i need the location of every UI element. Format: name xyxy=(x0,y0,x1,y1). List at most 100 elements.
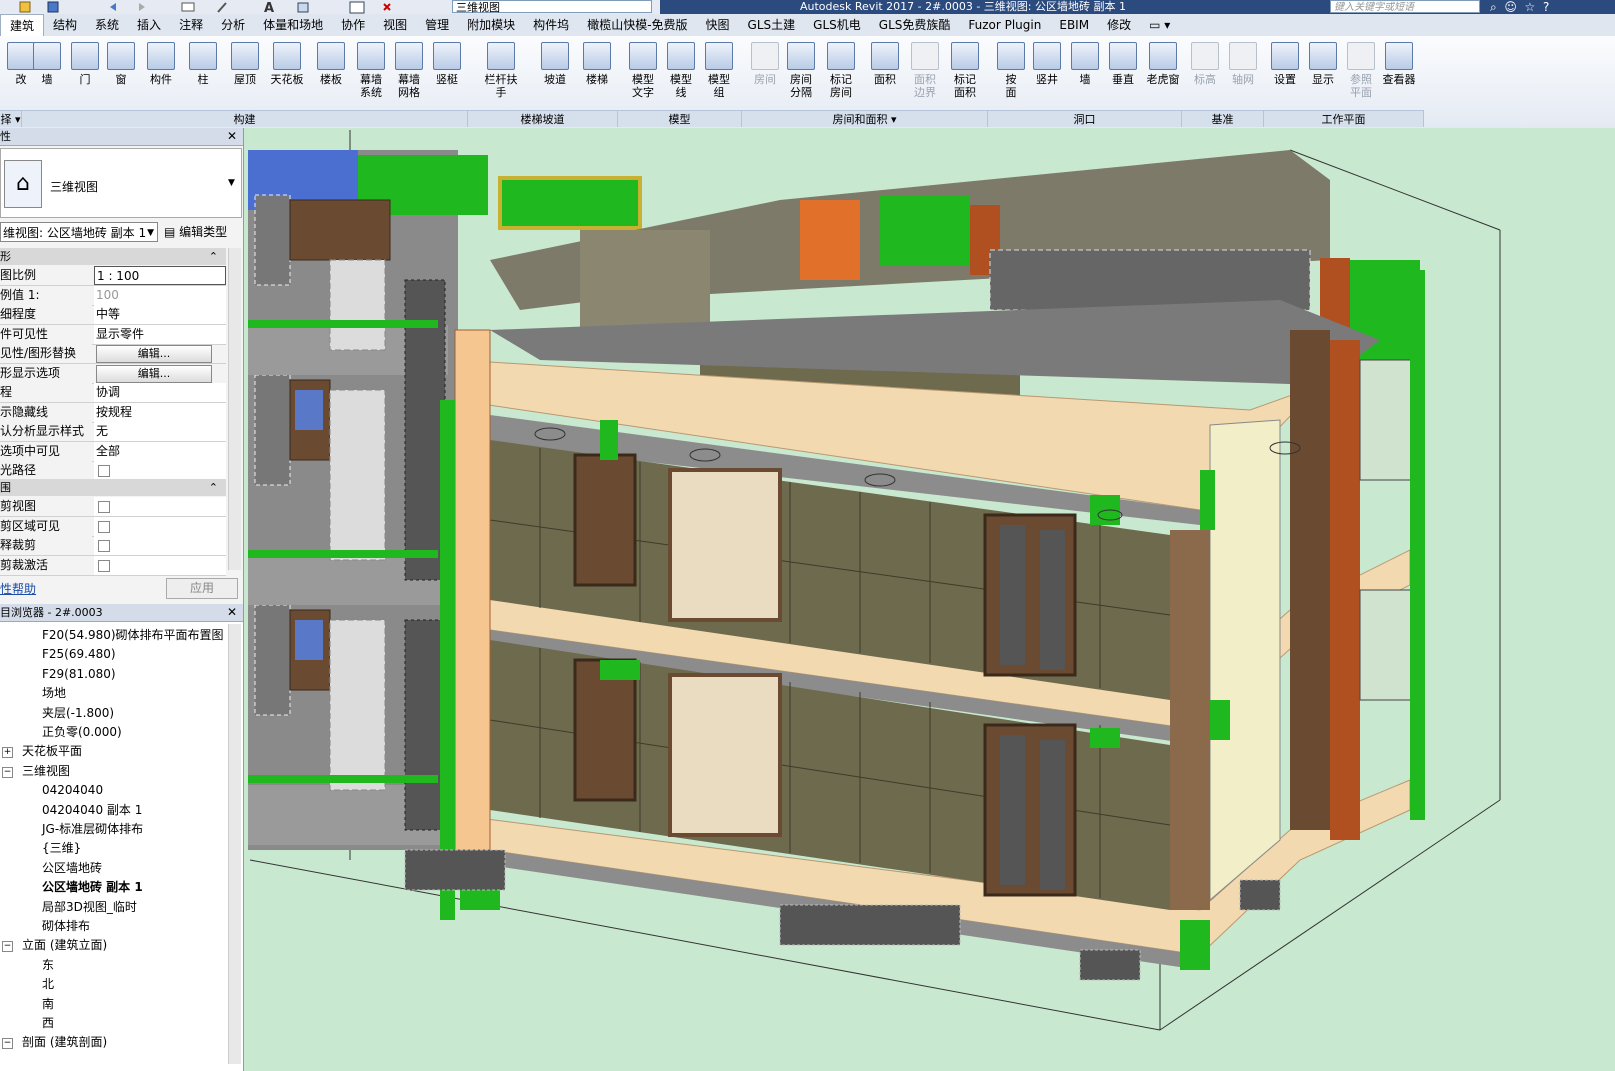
instance-selector[interactable]: 维视图: 公区墙地砖 副本 1 ▼ xyxy=(0,222,158,242)
ribbon-tool-15[interactable]: 模型 文字 xyxy=(622,40,664,110)
ribbon-tool-28[interactable]: 老虎窗 xyxy=(1142,40,1184,110)
browser-item[interactable]: 立面 (建筑立面) xyxy=(22,936,107,955)
star-icon[interactable]: ☆ xyxy=(1525,0,1536,14)
tab-17[interactable]: Fuzor Plugin xyxy=(959,14,1050,36)
browser-item[interactable]: 夹层(-1.800) xyxy=(42,704,114,723)
browser-item[interactable]: 04204040 xyxy=(42,781,103,800)
section-extents[interactable]: 围 ⌃ xyxy=(0,479,226,496)
browser-item[interactable]: 东 xyxy=(42,956,54,975)
tab-5[interactable]: 分析 xyxy=(212,14,254,36)
search-input[interactable]: 键入关键字或短语 xyxy=(1330,0,1480,13)
browser-item[interactable]: F20(54.980)砌体排布平面布置图 xyxy=(42,626,224,645)
ribbon-tool-20[interactable]: 标记 房间 xyxy=(820,40,862,110)
tab-12[interactable]: 橄榄山快模-免费版 xyxy=(578,14,696,36)
ribbon-tool-31[interactable]: 设置 xyxy=(1264,40,1306,110)
property-value[interactable]: 中等 xyxy=(94,305,226,324)
3d-view-canvas[interactable] xyxy=(244,128,1615,1071)
expand-toggle-icon[interactable]: − xyxy=(2,1038,13,1050)
tab-14[interactable]: GLS土建 xyxy=(739,14,805,36)
close-icon[interactable]: ✕ xyxy=(227,604,237,621)
properties-help-link[interactable]: 性帮助 xyxy=(0,580,36,597)
ribbon-tool-4[interactable]: 构件 xyxy=(140,40,182,110)
property-value[interactable]: 全部 xyxy=(94,441,226,461)
close-icon[interactable]: ✕ xyxy=(227,128,237,145)
browser-item[interactable]: 天花板平面 xyxy=(22,742,82,761)
expand-toggle-icon[interactable]: − xyxy=(2,941,13,953)
ribbon-tool-34[interactable]: 查看器 xyxy=(1378,40,1420,110)
property-value[interactable]: 1 : 100 xyxy=(94,266,226,285)
browser-item[interactable]: 场地 xyxy=(42,684,66,703)
browser-item[interactable]: JG-标准层砌体排布 xyxy=(42,820,143,839)
browser-item[interactable]: 南 xyxy=(42,995,54,1014)
ribbon-tool-23[interactable]: 标记 面积 xyxy=(944,40,986,110)
tab-3[interactable]: 插入 xyxy=(128,14,170,36)
tab-16[interactable]: GLS免费族酷 xyxy=(870,14,960,36)
ribbon-tool-25[interactable]: 竖井 xyxy=(1026,40,1068,110)
collapse-icon[interactable]: ⌃ xyxy=(209,248,218,265)
property-edit-button[interactable]: 编辑... xyxy=(96,345,212,363)
tab-19[interactable]: 修改 xyxy=(1098,14,1140,36)
user-icon[interactable]: ☺ xyxy=(1504,0,1517,14)
edit-type-button[interactable]: ▤ 编辑类型 xyxy=(164,222,227,242)
ribbon-tool-5[interactable]: 柱 xyxy=(182,40,224,110)
tab-11[interactable]: 构件坞 xyxy=(524,14,578,36)
property-checkbox[interactable] xyxy=(98,501,110,513)
browser-item[interactable]: 三维视图 xyxy=(22,762,70,781)
tab-18[interactable]: EBIM xyxy=(1050,14,1098,36)
ribbon-tool-3[interactable]: 窗 xyxy=(100,40,142,110)
ribbon-tool-26[interactable]: 墙 xyxy=(1064,40,1106,110)
ribbon-tool-9[interactable]: 幕墙 系统 xyxy=(350,40,392,110)
browser-item[interactable]: 公区墙地砖 副本 1 xyxy=(42,878,143,897)
view-selector[interactable]: 三维视图 xyxy=(452,0,652,14)
ribbon-tool-13[interactable]: 坡道 xyxy=(534,40,576,110)
ribbon-tool-8[interactable]: 楼板 xyxy=(310,40,352,110)
chevron-down-icon[interactable]: ▼ xyxy=(147,223,154,243)
property-checkbox[interactable] xyxy=(98,540,110,552)
browser-item[interactable]: 04204040 副本 1 xyxy=(42,801,142,820)
property-value[interactable]: 无 xyxy=(94,422,226,441)
browser-scrollbar[interactable] xyxy=(228,624,241,1064)
ribbon-tool-19[interactable]: 房间 分隔 xyxy=(780,40,822,110)
properties-scrollbar[interactable] xyxy=(228,248,241,570)
browser-item[interactable]: 砌体排布 xyxy=(42,917,90,936)
browser-item[interactable]: 北 xyxy=(42,975,54,994)
property-value[interactable]: 100 xyxy=(94,285,226,305)
ribbon-tool-29[interactable]: 标高 xyxy=(1184,40,1226,110)
chevron-down-icon[interactable]: ▼ xyxy=(228,178,235,188)
tab-10[interactable]: 附加模块 xyxy=(458,14,524,36)
property-checkbox[interactable] xyxy=(98,465,110,477)
tab-15[interactable]: GLS机电 xyxy=(804,14,870,36)
tab-9[interactable]: 管理 xyxy=(416,14,458,36)
property-checkbox[interactable] xyxy=(98,520,110,533)
browser-item[interactable]: F25(69.480) xyxy=(42,645,116,664)
ribbon-tool-27[interactable]: 垂直 xyxy=(1102,40,1144,110)
section-graphics[interactable]: 形 ⌃ xyxy=(0,248,226,265)
property-edit-button[interactable]: 编辑... xyxy=(96,364,212,383)
ribbon-tool-11[interactable]: 竖梃 xyxy=(426,40,468,110)
browser-item[interactable]: 正负零(0.000) xyxy=(42,723,122,742)
browser-item[interactable]: 局部3D视图_临时 xyxy=(42,898,137,917)
property-value[interactable]: 按规程 xyxy=(94,402,226,422)
ribbon-tool-14[interactable]: 楼梯 xyxy=(576,40,618,110)
ribbon-tool-22[interactable]: 面积 边界 xyxy=(904,40,946,110)
binoculars-icon[interactable]: ⌕ xyxy=(1490,0,1497,14)
ribbon-tool-10[interactable]: 幕墙 网格 xyxy=(388,40,430,110)
ribbon-tool-21[interactable]: 面积 xyxy=(864,40,906,110)
quick-access-icons[interactable]: A xyxy=(0,0,440,16)
ribbon-tool-6[interactable]: 屋顶 xyxy=(224,40,266,110)
tab-7[interactable]: 协作 xyxy=(332,14,374,36)
help-icon[interactable]: ? xyxy=(1543,0,1549,14)
ribbon-tool-17[interactable]: 模型 组 xyxy=(698,40,740,110)
browser-item[interactable]: 公区墙地砖 xyxy=(42,859,102,878)
property-value[interactable]: 协调 xyxy=(94,383,226,402)
ribbon-tool-1[interactable]: 墙 xyxy=(26,40,68,110)
tab-13[interactable]: 快图 xyxy=(697,14,739,36)
ribbon-minimize-icon[interactable]: ▭ ▾ xyxy=(1140,14,1179,36)
expand-toggle-icon[interactable]: − xyxy=(2,766,13,778)
tab-2[interactable]: 系统 xyxy=(86,14,128,36)
ribbon-tool-30[interactable]: 轴网 xyxy=(1222,40,1264,110)
ribbon-tool-32[interactable]: 显示 xyxy=(1302,40,1344,110)
tab-1[interactable]: 结构 xyxy=(44,14,86,36)
browser-item[interactable]: {三维} xyxy=(42,839,81,858)
property-value[interactable]: 显示零件 xyxy=(94,324,226,344)
